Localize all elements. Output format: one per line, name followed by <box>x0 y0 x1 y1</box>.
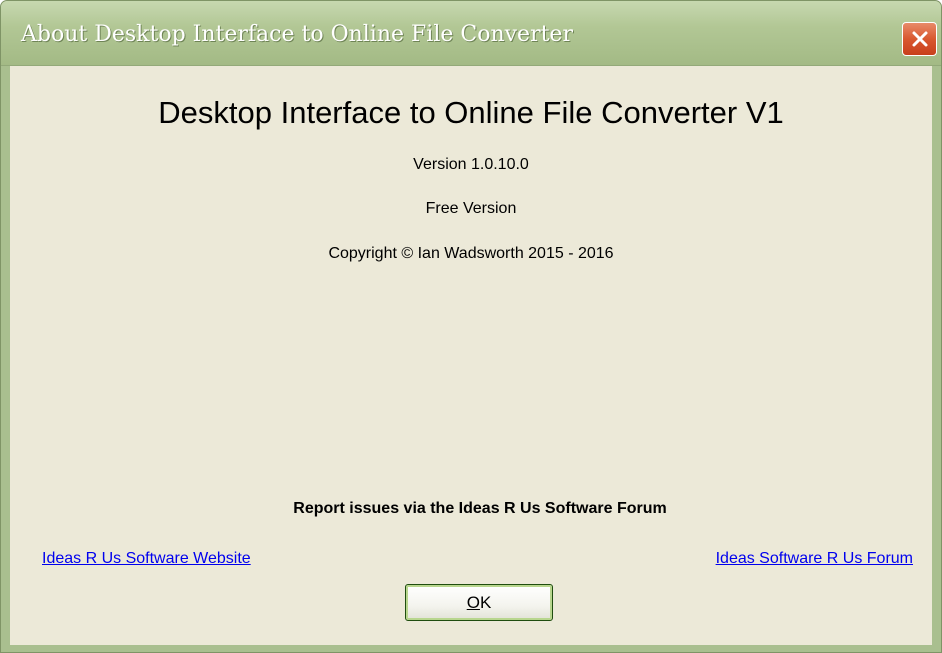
ok-button-label: K <box>479 593 492 612</box>
version-label: Version 1.0.10.0 <box>413 156 529 173</box>
software-website-link[interactable]: Ideas R Us Software Website <box>42 550 251 568</box>
close-icon <box>912 31 927 47</box>
ok-button[interactable]: OK <box>405 584 553 621</box>
software-forum-link[interactable]: Ideas Software R Us Forum <box>716 550 913 568</box>
ok-button-mnemonic: O <box>466 593 480 612</box>
report-issues-label: Report issues via the Ideas R Us Softwar… <box>293 500 667 517</box>
title-bar[interactable]: About Desktop Interface to Online File C… <box>1 1 941 66</box>
edition-label: Free Version <box>425 200 517 217</box>
copyright-label: Copyright © Ian Wadsworth 2015 - 2016 <box>328 245 614 262</box>
window-title: About Desktop Interface to Online File C… <box>21 22 573 47</box>
close-button[interactable] <box>902 22 937 56</box>
application-title: Desktop Interface to Online File Convert… <box>158 95 784 130</box>
